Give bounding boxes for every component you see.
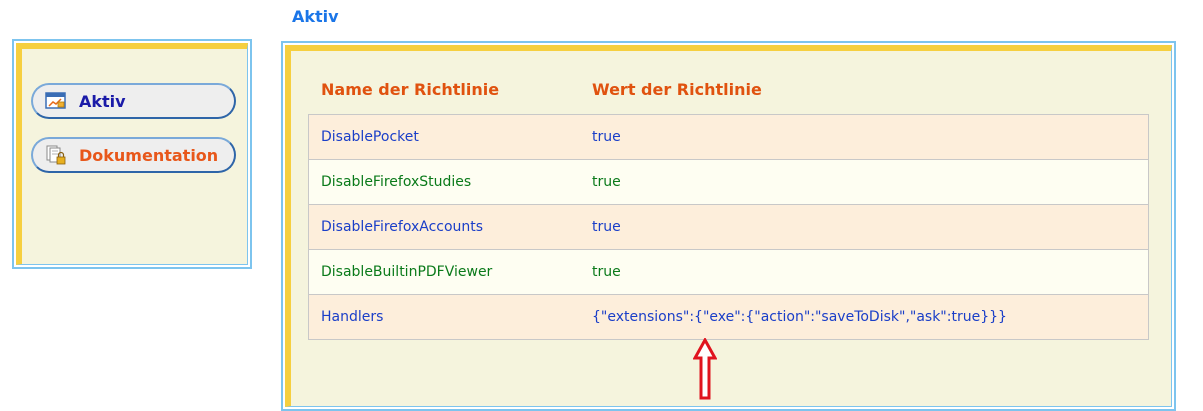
nav-button-aktiv[interactable]: Aktiv — [31, 83, 236, 119]
table-row: DisableFirefoxStudies true — [308, 159, 1149, 205]
policy-value-cell: true — [580, 204, 1149, 250]
table-row: DisablePocket true — [308, 114, 1149, 160]
table-row: DisableFirefoxAccounts true — [308, 204, 1149, 250]
column-header-value: Wert der Richtlinie — [592, 80, 762, 99]
sidebar-panel: Aktiv Dokumentation — [16, 43, 248, 265]
window-chart-icon — [45, 91, 67, 111]
locked-documents-icon — [45, 145, 67, 165]
page-title: Aktiv — [292, 7, 339, 26]
policy-value-cell: true — [580, 159, 1149, 205]
policy-name-cell: DisableFirefoxStudies — [308, 159, 580, 205]
nav-button-dokumentation[interactable]: Dokumentation — [31, 137, 236, 173]
table-row: Handlers {"extensions":{"exe":{"action":… — [308, 294, 1149, 340]
table-row: DisableBuiltinPDFViewer true — [308, 249, 1149, 295]
policy-value-cell: true — [580, 114, 1149, 160]
red-up-arrow-icon — [692, 336, 718, 404]
nav-button-aktiv-label: Aktiv — [79, 91, 126, 111]
policy-name-cell: DisablePocket — [308, 114, 580, 160]
policy-name-cell: DisableBuiltinPDFViewer — [308, 249, 580, 295]
sidebar: Aktiv Dokumentation — [12, 39, 252, 269]
main-panel-inner: Name der Richtlinie Wert der Richtlinie … — [285, 45, 1172, 407]
policy-table: DisablePocket true DisableFirefoxStudies… — [308, 114, 1149, 340]
policy-name-cell: DisableFirefoxAccounts — [308, 204, 580, 250]
nav-button-dokumentation-label: Dokumentation — [79, 145, 219, 165]
policy-name-cell: Handlers — [308, 294, 580, 340]
column-header-name: Name der Richtlinie — [321, 80, 500, 99]
main-panel: Name der Richtlinie Wert der Richtlinie … — [281, 41, 1176, 411]
policy-value-cell: {"extensions":{"exe":{"action":"saveToDi… — [580, 294, 1149, 340]
policy-value-cell: true — [580, 249, 1149, 295]
